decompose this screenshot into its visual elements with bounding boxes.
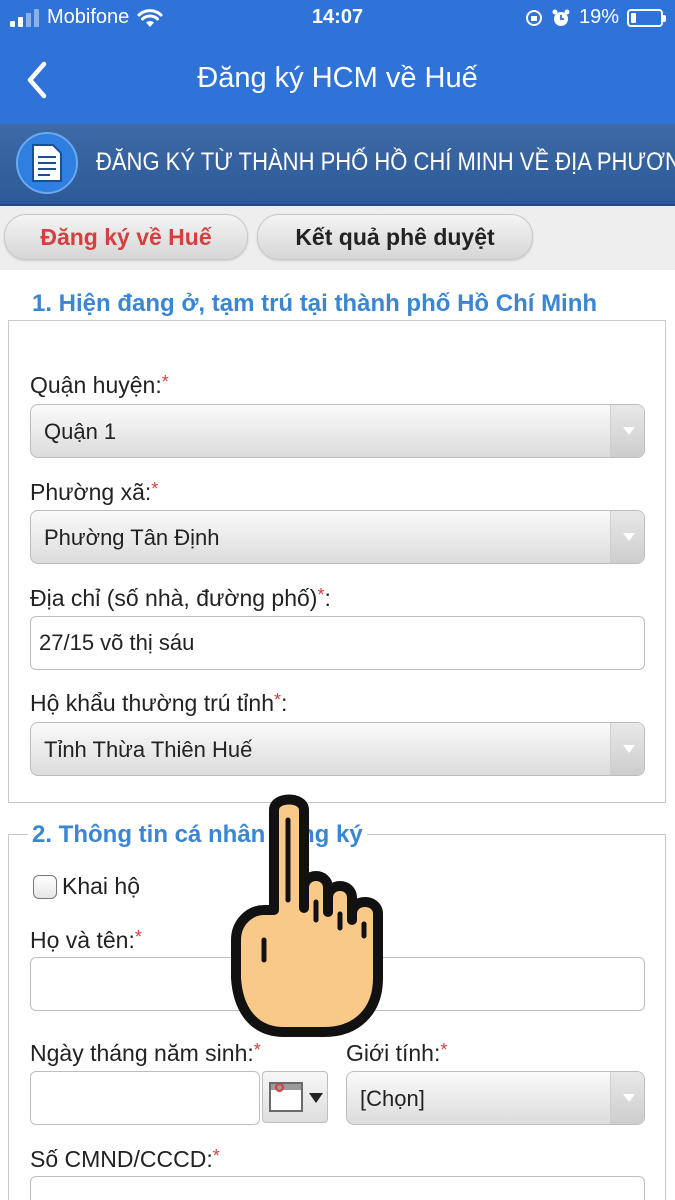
battery-icon	[627, 8, 666, 27]
banner-title: ĐĂNG KÝ TỪ THÀNH PHỐ HỒ CHÍ MINH VỀ ĐỊA …	[96, 148, 675, 176]
tab-approval-results[interactable]: Kết quả phê duyệt	[257, 214, 533, 260]
orientation-lock-icon	[525, 9, 542, 26]
dob-input[interactable]	[30, 1071, 260, 1125]
full-name-label: Họ và tên:*	[30, 927, 142, 953]
declare-for-other-label: Khai hộ	[62, 873, 141, 899]
gender-label: Giới tính:*	[346, 1040, 448, 1066]
district-select[interactable]: Quận 1	[30, 404, 645, 458]
province-label: Hộ khẩu thường trú tỉnh*:	[30, 690, 288, 716]
section-1-legend: 1. Hiện đang ở, tạm trú tại thành phố Hồ…	[28, 287, 622, 320]
dropdown-arrow-icon	[610, 723, 644, 775]
page-banner: ĐĂNG KÝ TỪ THÀNH PHỐ HỒ CHÍ MINH VỀ ĐỊA …	[0, 124, 675, 206]
status-bar: Mobifone 14:07 19%	[0, 0, 675, 38]
id-number-input[interactable]	[30, 1176, 645, 1200]
dropdown-arrow-icon	[610, 511, 644, 563]
district-label: Quận huyện:*	[30, 372, 169, 398]
date-picker-button[interactable]	[262, 1071, 328, 1123]
document-icon	[16, 132, 78, 194]
province-select[interactable]: Tỉnh Thừa Thiên Huế	[30, 722, 645, 776]
dropdown-arrow-icon	[309, 1093, 323, 1103]
address-label: Địa chỉ (số nhà, đường phố)*:	[30, 585, 331, 611]
gender-select[interactable]: [Chọn]	[346, 1071, 645, 1125]
dropdown-arrow-icon	[610, 1072, 644, 1124]
pointing-hand-icon	[231, 794, 383, 1037]
battery-percent: 19%	[578, 6, 619, 28]
id-number-label: Số CMND/CCCD:*	[30, 1146, 220, 1172]
ward-select[interactable]: Phường Tân Định	[30, 510, 645, 564]
alarm-icon	[552, 9, 570, 26]
dob-label: Ngày tháng năm sinh:*	[30, 1040, 261, 1066]
page-title: Đăng ký HCM về Huế	[197, 62, 478, 94]
address-input[interactable]	[30, 616, 645, 670]
tab-bar: Đăng ký về Huế Kết quả phê duyệt	[0, 206, 675, 270]
ward-label: Phường xã:*	[30, 479, 159, 505]
declare-for-other-checkbox[interactable]	[33, 875, 57, 899]
tab-register[interactable]: Đăng ký về Huế	[4, 214, 248, 260]
dropdown-arrow-icon	[610, 405, 644, 457]
nav-bar: Đăng ký HCM về Huế	[0, 38, 675, 124]
